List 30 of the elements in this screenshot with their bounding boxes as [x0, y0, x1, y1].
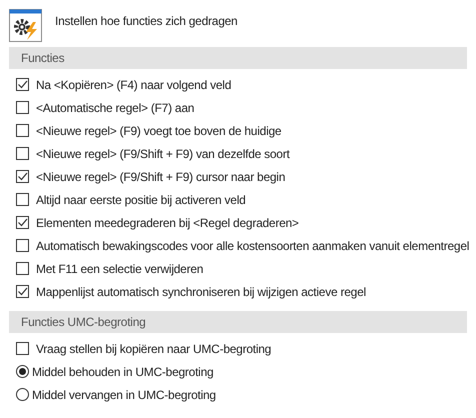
option-label: Automatisch bewakingscodes voor alle kostensoorten aanmaken vanuit elementregel	[36, 238, 470, 252]
option-label: Mappenlijst automatisch synchroniseren bij wijzigen actieve regel	[36, 284, 366, 298]
checkbox[interactable]	[16, 78, 29, 91]
section-header: Functies	[9, 47, 467, 69]
checkbox[interactable]	[16, 147, 29, 160]
option-label: Middel vervangen in UMC-begroting	[32, 388, 216, 402]
checkbox[interactable]	[16, 216, 29, 229]
option-label: <Nieuwe regel> (F9/Shift + F9) cursor naar begin	[36, 170, 286, 184]
settings-lightning-icon	[9, 8, 42, 42]
option-label: Elementen meedegraderen bij <Regel degraderen>	[36, 216, 299, 230]
radio-button[interactable]	[16, 365, 29, 378]
option-label: <Nieuwe regel> (F9/Shift + F9) van dezelfde soort	[36, 146, 290, 160]
checkbox[interactable]	[16, 170, 29, 183]
option-label: Middel behouden in UMC-begroting	[32, 364, 214, 378]
checkbox[interactable]	[16, 101, 29, 114]
checkbox[interactable]	[16, 285, 29, 298]
option-label: <Nieuwe regel> (F9) voegt toe boven de huidige	[36, 124, 282, 138]
option-label: Altijd naar eerste positie bij activeren veld	[36, 192, 246, 206]
section-header: Functies UMC-begroting	[9, 311, 467, 333]
checkbox[interactable]	[16, 193, 29, 206]
option-label: Met F11 een selectie verwijderen	[36, 262, 204, 276]
checkbox[interactable]	[16, 342, 29, 355]
checkbox[interactable]	[16, 262, 29, 275]
option-label: Na <Kopiëren> (F4) naar volgend veld	[36, 78, 232, 92]
option-label: Vraag stellen bij kopiëren naar UMC-begroting	[36, 342, 272, 356]
radio-button[interactable]	[16, 388, 29, 401]
checkbox[interactable]	[16, 124, 29, 137]
option-label: <Automatische regel> (F7) aan	[36, 100, 194, 114]
header-title: Instellen hoe functies zich gedragen	[55, 14, 238, 28]
checkbox[interactable]	[16, 239, 29, 252]
